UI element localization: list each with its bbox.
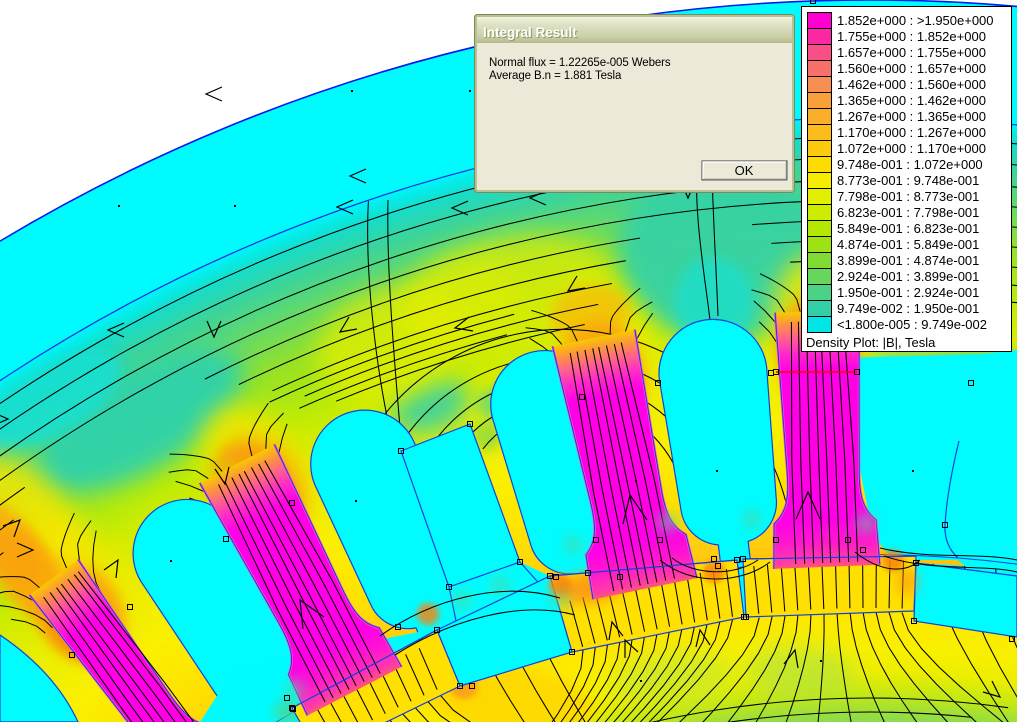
svg-text:9.748e-001 : 1.072e+000: 9.748e-001 : 1.072e+000 (837, 157, 983, 172)
svg-text:2.924e-001 : 3.899e-001: 2.924e-001 : 3.899e-001 (837, 269, 979, 284)
svg-text:1.170e+000 : 1.267e+000: 1.170e+000 : 1.267e+000 (837, 125, 986, 140)
svg-text:1.852e+000 : >1.950e+000: 1.852e+000 : >1.950e+000 (837, 13, 994, 28)
svg-text:9.749e-002 : 1.950e-001: 9.749e-002 : 1.950e-001 (837, 301, 979, 316)
svg-text:4.874e-001 : 5.849e-001: 4.874e-001 : 5.849e-001 (837, 237, 979, 252)
svg-text:1.560e+000 : 1.657e+000: 1.560e+000 : 1.657e+000 (837, 61, 986, 76)
svg-text:1.462e+000 : 1.560e+000: 1.462e+000 : 1.560e+000 (837, 77, 986, 92)
svg-text:1.755e+000 : 1.852e+000: 1.755e+000 : 1.852e+000 (837, 29, 986, 44)
svg-text:7.798e-001 : 8.773e-001: 7.798e-001 : 8.773e-001 (837, 189, 979, 204)
svg-text:1.267e+000 : 1.365e+000: 1.267e+000 : 1.365e+000 (837, 109, 986, 124)
svg-text:Average B.n = 1.881 Tesla: Average B.n = 1.881 Tesla (489, 70, 622, 82)
svg-text:5.849e-001 : 6.823e-001: 5.849e-001 : 6.823e-001 (837, 221, 979, 236)
svg-text:Integral Result: Integral Result (483, 25, 577, 40)
svg-text:8.773e-001 : 9.748e-001: 8.773e-001 : 9.748e-001 (837, 173, 979, 188)
svg-text:1.657e+000 : 1.755e+000: 1.657e+000 : 1.755e+000 (837, 45, 986, 60)
svg-text:<1.800e-005 : 9.749e-002: <1.800e-005 : 9.749e-002 (837, 317, 987, 332)
svg-text:1.950e-001 : 2.924e-001: 1.950e-001 : 2.924e-001 (837, 285, 979, 300)
svg-text:6.823e-001 : 7.798e-001: 6.823e-001 : 7.798e-001 (837, 205, 979, 220)
svg-text:Normal flux = 1.22265e-005 Web: Normal flux = 1.22265e-005 Webers (489, 57, 671, 69)
svg-text:1.365e+000 : 1.462e+000: 1.365e+000 : 1.462e+000 (837, 93, 986, 108)
svg-text:OK: OK (735, 163, 754, 178)
svg-text:1.072e+000 : 1.170e+000: 1.072e+000 : 1.170e+000 (837, 141, 986, 156)
svg-text:3.899e-001 : 4.874e-001: 3.899e-001 : 4.874e-001 (837, 253, 979, 268)
svg-text:Density Plot: |B|, Tesla: Density Plot: |B|, Tesla (806, 335, 936, 350)
